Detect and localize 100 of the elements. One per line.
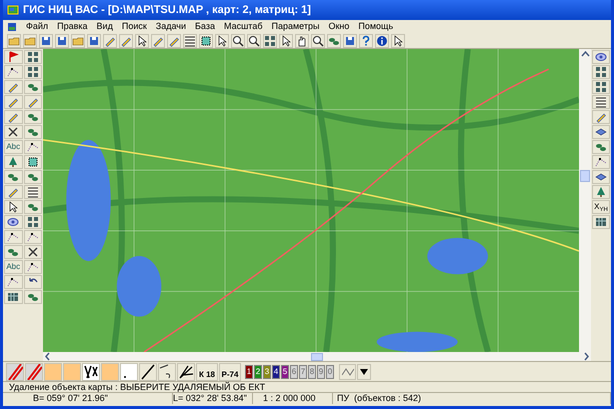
scrollbar-thumb[interactable] [580,170,590,182]
cross-icon [26,246,39,258]
tool-button[interactable] [247,34,261,48]
grid-icon [595,66,607,78]
fill-swatch [45,364,61,380]
status-message: Удаление объекта карты : ВЫБЕРИТЕ УДАЛЯЕМЫЙ ОБ ЕКТ [9,382,266,392]
tree-icon [595,186,607,198]
text-tool-button[interactable]: Abc [4,140,22,154]
vertical-scrollbar[interactable] [579,49,591,352]
tool-button[interactable] [199,34,213,48]
text-tool-button[interactable]: Abc [4,260,22,274]
pencil-icon [26,96,39,108]
layer-button[interactable]: 3 [263,364,271,378]
style-button[interactable] [82,362,100,380]
table-icon [595,216,607,228]
sign-button[interactable]: Р-74 [219,362,241,380]
tool-button[interactable] [4,200,22,214]
tool-button[interactable] [135,34,149,48]
grid-icon [26,51,39,63]
menu-item[interactable]: Масштаб [224,22,262,31]
grid-icon [26,216,39,228]
pointer-icon [392,34,404,46]
cross-icon [7,126,20,138]
pencil-icon [7,81,20,93]
menu-item[interactable]: Правка [57,22,88,31]
tool-button[interactable] [592,95,610,109]
layers-icon [595,171,607,183]
branch-swatch [178,364,194,380]
pointer-icon [7,201,20,213]
tool-button[interactable] [311,34,325,48]
save-icon [56,34,68,46]
fill-swatch [102,364,118,380]
layer-button[interactable]: 4 [272,364,280,378]
style-button[interactable] [177,362,195,380]
magnifier-icon [232,34,244,46]
grid-icon [595,81,607,93]
sign-button[interactable]: К 18 [196,362,218,380]
polygon-icon [200,34,212,46]
line-style-button[interactable] [339,364,356,380]
status-field: L= 032° 28' 53.84" [173,393,253,404]
tool-button[interactable] [24,185,42,199]
list-icon [184,34,196,46]
tool-button[interactable] [231,34,245,48]
menu-item[interactable]: Параметры [271,22,320,31]
tool-button[interactable] [592,125,610,139]
tool-button[interactable] [279,34,293,48]
tree-icon [7,156,20,168]
layer-button[interactable]: 2 [254,364,262,378]
cluster-icon [26,126,39,138]
scrollbar-thumb[interactable] [311,352,323,360]
menu-item[interactable]: База [195,22,215,31]
menu-item[interactable]: Поиск [122,22,147,31]
horizontal-scrollbar[interactable] [43,352,591,361]
cluster-icon [7,171,20,183]
folder-icon [72,34,84,46]
fill-swatch [64,364,80,380]
question-icon [360,34,372,46]
menu-item[interactable]: Задачи [156,22,186,31]
tool-button[interactable] [592,170,610,184]
layer-button[interactable]: 5 [281,364,289,378]
layer-button[interactable]: 1 [245,364,253,378]
hand-icon [296,34,308,46]
pencil-icon [7,96,20,108]
tool-button[interactable] [4,125,22,139]
magnifier-icon [248,34,260,46]
style-button[interactable] [158,362,176,380]
pencil-icon [7,186,20,198]
folder-icon [8,34,20,46]
list-icon [26,186,39,198]
nodes-icon [595,156,607,168]
hatch-swatch [26,364,42,380]
pencil-icon [595,111,607,123]
style-button[interactable] [139,362,157,380]
tool-button[interactable] [391,34,405,48]
hatch-swatch [7,364,23,380]
dropdown-button[interactable] [357,364,371,380]
cluster-icon [26,171,39,183]
flag-icon [7,51,20,63]
document-icon[interactable] [7,22,17,32]
magnifier-icon [312,34,324,46]
tool-button[interactable] [24,275,42,289]
tool-button[interactable] [183,34,197,48]
menu-item[interactable]: Вид [96,22,113,31]
menu-item[interactable]: Окно [328,22,350,31]
tool-button[interactable] [24,245,42,259]
coordinates-button[interactable]: X$_{YH}$ [592,200,610,214]
tool-button[interactable] [215,34,229,48]
tool-button[interactable] [295,34,309,48]
down-triangle-icon [360,368,368,374]
tool-button[interactable] [375,34,389,48]
menu-item[interactable]: Помощь [358,22,394,31]
list-icon [595,96,607,108]
tool-button[interactable] [24,155,42,169]
point-swatch [121,364,137,380]
nodes-icon [26,141,39,153]
menu-item[interactable]: Файл [26,22,48,31]
eye-icon [595,51,607,63]
save-icon [344,34,356,46]
status-field: ПУ (объектов : 542) [333,393,611,404]
table-icon [7,291,20,303]
